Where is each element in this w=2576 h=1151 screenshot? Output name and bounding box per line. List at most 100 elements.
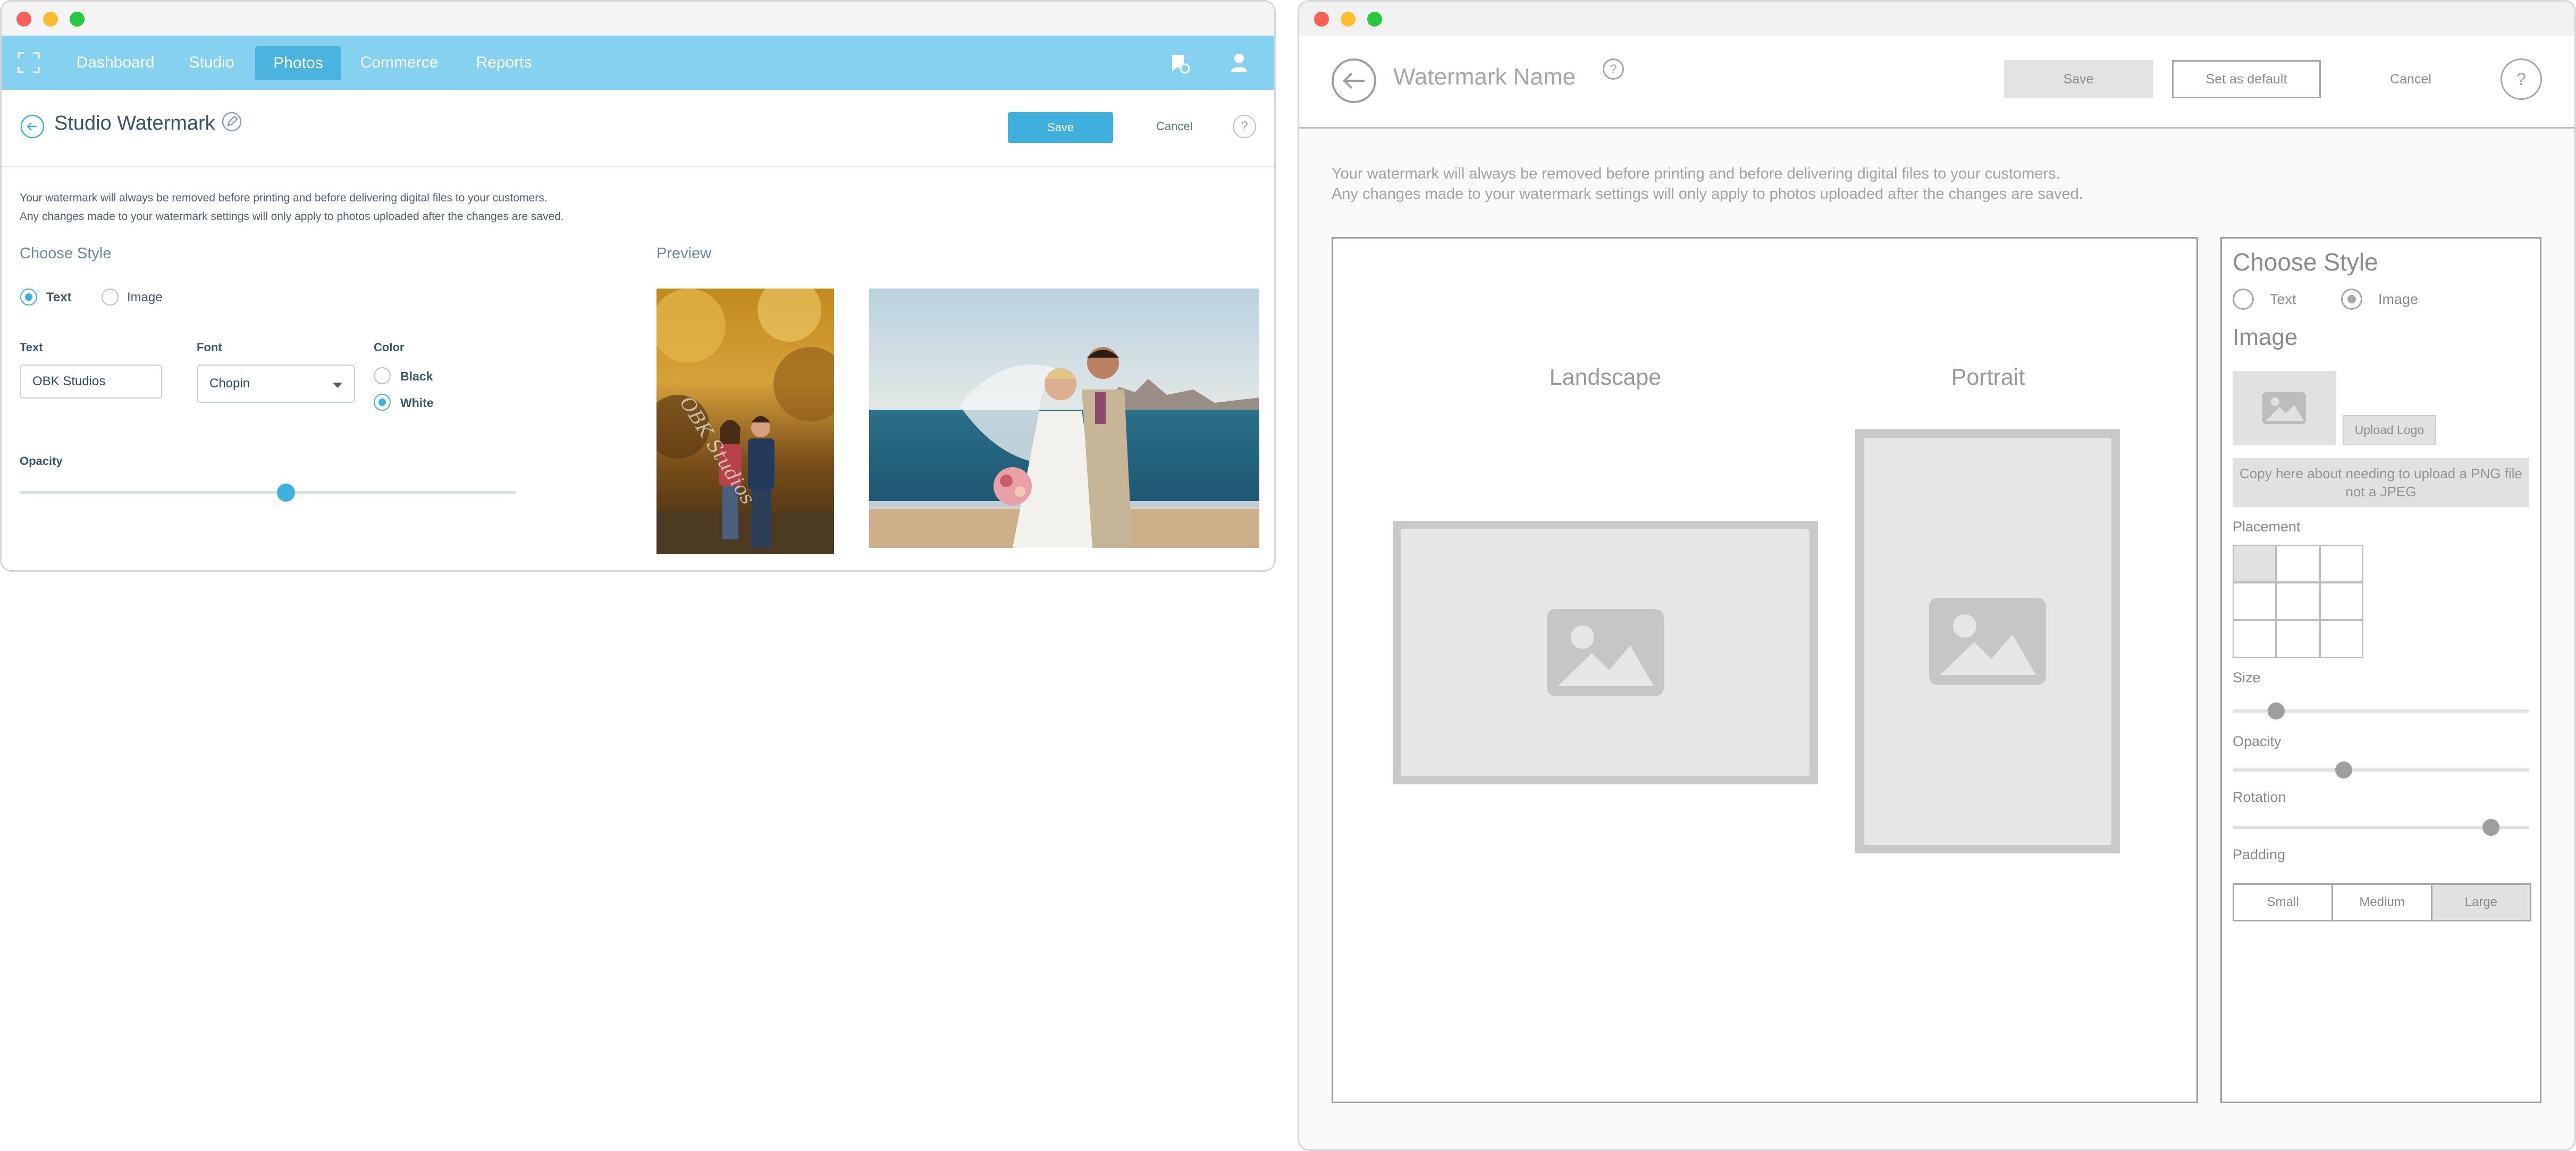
font-select[interactable]: Chopin [197,365,355,403]
notice-line-1: Your watermark will always be removed be… [1332,165,2060,182]
placement-bottom-right[interactable] [2320,620,2363,658]
nav-commerce[interactable]: Commerce [360,36,439,90]
placement-top-center[interactable] [2276,545,2320,582]
style-text-label: Text [2270,291,2296,307]
cancel-button[interactable]: Cancel [2376,60,2445,98]
style-text-radio[interactable] [2233,289,2254,310]
opacity-label: Opacity [20,454,63,468]
rotation-label: Rotation [2233,789,2286,805]
chevron-down-icon [333,383,342,388]
nav-studio[interactable]: Studio [185,36,238,90]
title-help-icon[interactable]: ? [1603,58,1624,80]
portrait-image-placeholder [1864,438,2111,845]
portrait-preview-photo: OBK Studios [656,289,834,554]
style-image-label: Image [127,290,163,304]
edit-title-icon[interactable] [222,112,242,132]
close-window-button[interactable] [1314,12,1329,27]
portrait-label: Portrait [1951,365,2025,390]
padding-small-button[interactable]: Small [2234,885,2334,920]
save-button[interactable]: Save [1008,112,1113,143]
color-white-radio[interactable] [374,394,391,411]
choose-style-heading: Choose Style [20,245,112,262]
style-text-radio[interactable] [20,289,37,306]
back-button[interactable] [1331,57,1377,104]
font-select-value: Chopin [209,376,250,391]
style-text-label: Text [46,290,72,304]
placement-bottom-left[interactable] [2233,620,2276,658]
help-button[interactable]: ? [2501,58,2542,100]
window-titlebar [1299,2,2574,36]
color-field-label: Color [374,341,405,354]
padding-medium-button[interactable]: Medium [2333,885,2432,920]
choose-style-heading: Choose Style [2233,248,2378,276]
main-nav: Dashboard Studio Photos Commerce Reports [2,36,1274,90]
set-as-default-button[interactable]: Set as default [2172,60,2321,98]
landscape-preview-photo [869,289,1259,548]
color-black-label: Black [400,369,433,383]
watermark-name-title[interactable]: Watermark Name [1393,64,1576,90]
placement-middle-right[interactable] [2320,582,2363,620]
placement-middle-center[interactable] [2276,582,2320,620]
placement-top-right[interactable] [2320,545,2363,582]
minimize-window-button[interactable] [1341,12,1356,27]
placement-middle-left[interactable] [2233,582,2276,620]
opacity-slider-track[interactable] [20,491,516,494]
image-placeholder-icon [1929,598,2046,685]
upload-logo-button[interactable]: Upload Logo [2343,415,2436,445]
opacity-slider-thumb[interactable] [277,484,295,502]
fullscreen-icon[interactable] [18,52,40,73]
color-white-label: White [400,396,434,410]
size-slider-thumb[interactable] [2268,703,2285,720]
nav-reports[interactable]: Reports [475,36,533,90]
notifications-icon[interactable] [1169,52,1190,74]
back-button[interactable] [20,114,45,139]
text-field-label: Text [20,341,43,354]
placement-top-left[interactable] [2233,545,2276,582]
style-image-radio[interactable] [2341,289,2362,310]
landscape-preview-placeholder [1393,521,1818,784]
landscape-label: Landscape [1549,365,1662,390]
nav-dashboard[interactable]: Dashboard [76,36,155,90]
preview-heading: Preview [656,245,712,262]
close-window-button[interactable] [16,12,31,27]
cancel-button[interactable]: Cancel [1156,120,1192,133]
color-black-radio[interactable] [374,367,391,384]
header-divider [2,166,1274,167]
zoom-window-button[interactable] [70,12,85,27]
header-divider [1299,127,2574,129]
png-requirement-note: Copy here about needing to upload a PNG … [2233,458,2529,507]
style-image-label: Image [2378,291,2419,307]
padding-large-button[interactable]: Large [2432,885,2530,920]
image-placeholder-icon [2262,392,2306,424]
opacity-slider-track[interactable] [2233,768,2529,772]
padding-label: Padding [2233,847,2286,862]
help-button[interactable]: ? [1233,115,1256,138]
user-account-icon[interactable] [1230,53,1249,73]
settings-panel [2220,237,2541,1103]
landscape-image-placeholder [1401,529,1809,776]
watermark-notice: Your watermark will always be removed be… [1332,164,2083,204]
zoom-window-button[interactable] [1367,12,1382,27]
placement-bottom-center[interactable] [2276,620,2320,658]
notice-line-2: Any changes made to your watermark setti… [20,210,564,223]
nav-photos[interactable]: Photos [255,46,341,80]
photos-watermark-window: Dashboard Studio Photos Commerce Reports… [0,0,1276,572]
placement-grid [2233,545,2365,658]
padding-segmented-control: Small Medium Large [2233,883,2531,921]
notice-line-1: Your watermark will always be removed be… [20,192,548,204]
style-image-radio[interactable] [102,289,119,306]
image-section-heading: Image [2233,324,2298,350]
portrait-preview-placeholder [1855,429,2120,853]
opacity-label: Opacity [2233,733,2282,749]
placement-label: Placement [2233,519,2301,535]
opacity-slider-thumb[interactable] [2335,761,2352,778]
font-field-label: Font [197,341,222,354]
rotation-slider-thumb[interactable] [2482,819,2499,836]
save-button[interactable]: Save [2004,60,2153,98]
logo-thumbnail [2233,371,2336,445]
watermark-text-input[interactable]: OBK Studios [20,365,162,399]
size-label: Size [2233,670,2261,685]
minimize-window-button[interactable] [43,12,58,27]
watermark-notice: Your watermark will always be removed be… [20,189,564,226]
image-placeholder-icon [1547,609,1664,696]
